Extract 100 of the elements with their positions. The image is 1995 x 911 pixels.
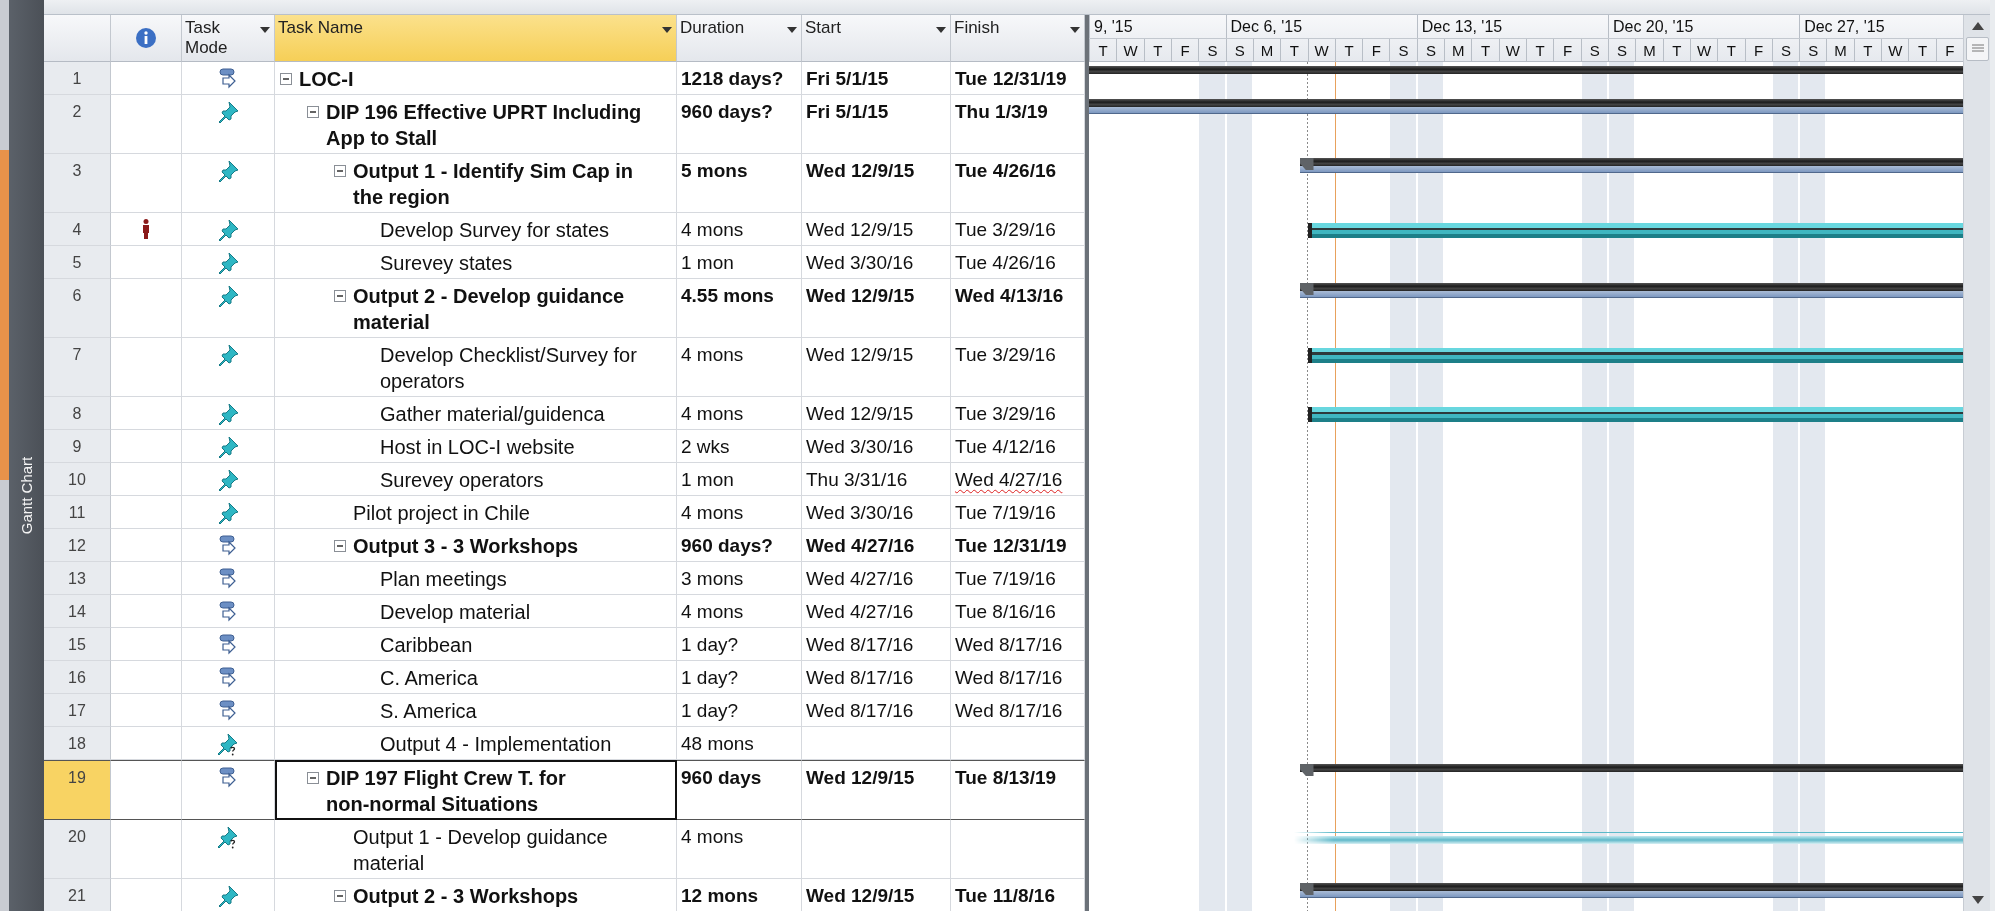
view-bar-label[interactable]: Gantt Chart <box>18 456 35 535</box>
pushpin-icon <box>217 252 239 274</box>
grip-icon <box>1970 44 1985 54</box>
row-number[interactable]: 8 <box>44 397 111 430</box>
row-number[interactable]: 18 <box>44 727 111 760</box>
task-name: Output 3 - 3 Workshops <box>353 534 579 559</box>
row-number[interactable]: 7 <box>44 338 111 397</box>
task-name-cell[interactable]: Output 1 - Identify Sim Cap in the region <box>275 154 677 213</box>
scroll-down-icon[interactable] <box>1971 896 1984 904</box>
row-number[interactable]: 5 <box>44 246 111 279</box>
task-name-cell[interactable]: Output 2 - Develop guidance material <box>275 279 677 338</box>
collapse-icon[interactable] <box>307 772 319 784</box>
pushpin-icon <box>217 101 239 123</box>
task-name-cell[interactable]: Plan meetings <box>275 562 677 595</box>
start-date: Fri 5/1/15 <box>802 62 951 95</box>
day-label: S <box>1580 38 1608 61</box>
row-number[interactable]: 12 <box>44 529 111 562</box>
task-name-cell[interactable]: Surevey operators <box>275 463 677 496</box>
row-number[interactable]: 2 <box>44 95 111 154</box>
column-header[interactable]: Duration <box>677 15 802 62</box>
summary-bar[interactable] <box>1299 764 1963 779</box>
dropdown-icon[interactable] <box>1070 27 1080 33</box>
pushpin-icon <box>217 502 239 524</box>
day-label: S <box>1416 38 1445 61</box>
start-date: Fri 5/1/15 <box>802 95 951 154</box>
dropdown-icon[interactable] <box>936 27 946 33</box>
row-number[interactable]: 14 <box>44 595 111 628</box>
day-label: M <box>1826 38 1854 61</box>
task-name-cell[interactable]: S. America <box>275 694 677 727</box>
task-name-cell[interactable]: Develop material <box>275 595 677 628</box>
row-number[interactable]: 10 <box>44 463 111 496</box>
task-bar[interactable] <box>1307 407 1963 422</box>
task-name: Pilot project in Chile <box>353 501 530 526</box>
collapse-icon[interactable] <box>280 73 292 85</box>
dropdown-icon[interactable] <box>787 27 797 33</box>
task-name-cell[interactable]: Pilot project in Chile <box>275 496 677 529</box>
start-date: Wed 4/27/16 <box>802 529 951 562</box>
row-number[interactable]: 6 <box>44 279 111 338</box>
collapse-icon[interactable] <box>334 165 346 177</box>
duration-cell: 4 mons <box>677 213 802 246</box>
collapse-icon[interactable] <box>334 890 346 902</box>
row-number[interactable]: 15 <box>44 628 111 661</box>
summary-bar[interactable] <box>1299 283 1963 298</box>
day-label: W <box>1689 38 1718 61</box>
active-cell[interactable]: DIP 197 Flight Crew T. for non-normal Situations <box>275 760 677 820</box>
day-label: T <box>1908 38 1936 61</box>
task-name-cell[interactable]: DIP 196 Effective UPRT Including App to Stall <box>275 95 677 154</box>
row-number[interactable]: 19 <box>44 760 111 820</box>
start-date: Wed 8/17/16 <box>802 694 951 727</box>
column-header[interactable]: Start <box>802 15 951 62</box>
indicators-column-header[interactable] <box>111 15 182 62</box>
task-name-cell[interactable]: Output 3 - 3 Workshops <box>275 529 677 562</box>
summary-bar[interactable] <box>1299 158 1963 173</box>
task-name-cell[interactable]: Output 1 - Develop guidance material <box>275 820 677 879</box>
collapse-icon[interactable] <box>307 106 319 118</box>
column-header[interactable]: Task Name <box>275 15 677 62</box>
summary-bar[interactable] <box>1299 883 1963 898</box>
row-number[interactable]: 16 <box>44 661 111 694</box>
dropdown-icon[interactable] <box>260 27 270 33</box>
task-name-cell[interactable]: Host in LOC-I website <box>275 430 677 463</box>
summary-bar[interactable] <box>1089 99 1963 114</box>
day-label: S <box>1198 38 1226 61</box>
day-label: F <box>1553 38 1581 61</box>
pushpin-icon <box>217 285 239 307</box>
person-icon <box>142 219 150 239</box>
task-name-cell[interactable]: Output 2 - 3 Workshops <box>275 879 677 911</box>
task-bar[interactable] <box>1307 348 1963 363</box>
task-name-cell[interactable]: LOC-I <box>275 62 677 95</box>
scroll-up-icon[interactable] <box>1971 22 1984 30</box>
row-number[interactable]: 21 <box>44 879 111 911</box>
duration-cell: 4.55 mons <box>677 279 802 338</box>
day-label: T <box>1662 38 1690 61</box>
start-date: Wed 3/30/16 <box>802 246 951 279</box>
dropdown-icon[interactable] <box>662 27 672 33</box>
task-name-cell[interactable]: Surevey states <box>275 246 677 279</box>
row-number[interactable]: 11 <box>44 496 111 529</box>
collapse-icon[interactable] <box>334 290 346 302</box>
row-number[interactable]: 3 <box>44 154 111 213</box>
column-header[interactable]: Task Mode <box>182 15 275 62</box>
task-name-cell[interactable]: Gather material/guidenca <box>275 397 677 430</box>
day-label: W <box>1116 38 1144 61</box>
day-label: T <box>1717 38 1745 61</box>
day-label: S <box>1799 38 1827 61</box>
collapse-icon[interactable] <box>334 540 346 552</box>
task-name-cell[interactable]: Caribbean <box>275 628 677 661</box>
column-header[interactable]: Finish <box>951 15 1085 62</box>
task-name-cell[interactable]: Output 4 - Implementation <box>275 727 677 760</box>
task-bar[interactable] <box>1307 223 1963 238</box>
task-name-cell[interactable]: Develop Checklist/Survey for operators <box>275 338 677 397</box>
split-handle[interactable] <box>1966 37 1989 61</box>
task-name: Output 1 - Identify Sim Cap in the region <box>353 159 635 210</box>
task-name-cell[interactable]: C. America <box>275 661 677 694</box>
row-number[interactable]: 17 <box>44 694 111 727</box>
start-date: Wed 12/9/15 <box>802 338 951 397</box>
row-number[interactable]: 4 <box>44 213 111 246</box>
row-number[interactable]: 1 <box>44 62 111 95</box>
row-number[interactable]: 20 <box>44 820 111 879</box>
row-number[interactable]: 13 <box>44 562 111 595</box>
row-number[interactable]: 9 <box>44 430 111 463</box>
task-name-cell[interactable]: Develop Survey for states <box>275 213 677 246</box>
